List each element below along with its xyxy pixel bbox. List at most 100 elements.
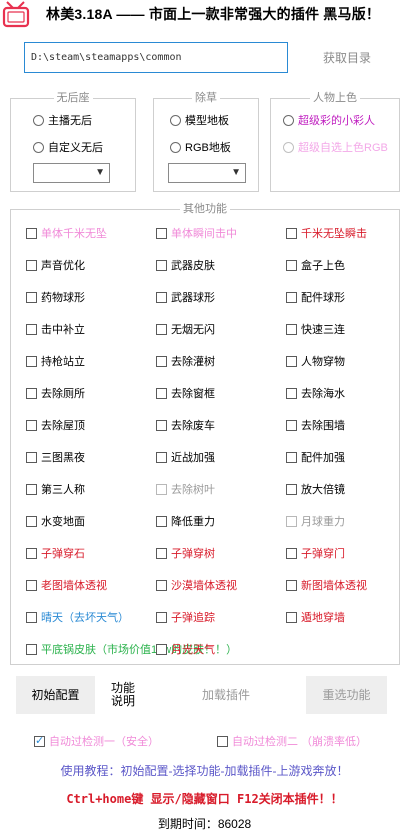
feature-checkbox[interactable]: 水变地面: [26, 513, 85, 529]
feature-checkbox[interactable]: 月光天气: [156, 641, 215, 657]
checkbox-box[interactable]: [156, 483, 167, 495]
feature-checkbox[interactable]: 去除海水: [286, 385, 345, 401]
feature-checkbox[interactable]: 配件加强: [286, 449, 345, 465]
checkbox-box[interactable]: [26, 291, 37, 303]
radio-super-color-person[interactable]: 超级彩的小彩人: [283, 112, 375, 128]
checkbox-box[interactable]: [286, 259, 297, 271]
checkbox-box[interactable]: [217, 735, 228, 747]
checkbox-box[interactable]: [286, 547, 297, 559]
checkbox-box[interactable]: [286, 579, 297, 591]
game-path-input[interactable]: [24, 42, 288, 73]
feature-checkbox[interactable]: 持枪站立: [26, 353, 85, 369]
checkbox-box[interactable]: [286, 419, 297, 431]
init-config-button[interactable]: 初始配置: [16, 676, 95, 714]
checkbox-box[interactable]: [156, 579, 167, 591]
feature-checkbox[interactable]: 沙漠墙体透视: [156, 577, 237, 593]
radio-model-floor[interactable]: 模型地板: [170, 112, 229, 128]
feature-checkbox[interactable]: 子弹穿树: [156, 545, 215, 561]
feature-checkbox[interactable]: 三图黑夜: [26, 449, 85, 465]
feature-checkbox[interactable]: 第三人称: [26, 481, 85, 497]
checkbox-box[interactable]: [286, 451, 297, 463]
feature-checkbox[interactable]: 武器球形: [156, 289, 215, 305]
feature-checkbox[interactable]: 去除围墙: [286, 417, 345, 433]
radio-rgb-floor[interactable]: RGB地板: [170, 139, 231, 155]
checkbox-box[interactable]: [156, 227, 167, 239]
checkbox-box[interactable]: [156, 355, 167, 367]
reselect-features-button[interactable]: 重选功能: [306, 676, 387, 714]
checkbox-box[interactable]: [26, 547, 37, 559]
checkbox-box[interactable]: [26, 483, 37, 495]
checkbox-box[interactable]: [286, 611, 297, 623]
feature-checkbox[interactable]: 去除树叶: [156, 481, 215, 497]
feature-checkbox[interactable]: 月球重力: [286, 513, 345, 529]
checkbox-box[interactable]: [156, 643, 167, 655]
auto-detect-one-checkbox[interactable]: 自动过检测一（安全）: [34, 733, 159, 749]
no-recoil-select[interactable]: ▼: [33, 163, 110, 183]
feature-checkbox[interactable]: 击中补立: [26, 321, 85, 337]
checkbox-box[interactable]: [156, 419, 167, 431]
checkbox-box[interactable]: [26, 355, 37, 367]
checkbox-box[interactable]: [156, 611, 167, 623]
checkbox-box[interactable]: [286, 355, 297, 367]
checkbox-box[interactable]: [34, 734, 45, 747]
feature-checkbox[interactable]: 去除屋顶: [26, 417, 85, 433]
feature-checkbox[interactable]: 单体千米无坠: [26, 225, 107, 241]
radio-circle[interactable]: [283, 114, 294, 126]
checkbox-box[interactable]: [26, 227, 37, 239]
feature-checkbox[interactable]: 老图墙体透视: [26, 577, 107, 593]
checkbox-box[interactable]: [156, 515, 167, 527]
checkbox-box[interactable]: [26, 387, 37, 399]
checkbox-box[interactable]: [156, 291, 167, 303]
checkbox-box[interactable]: [286, 291, 297, 303]
feature-checkbox[interactable]: 近战加强: [156, 449, 215, 465]
feature-checkbox[interactable]: 人物穿物: [286, 353, 345, 369]
feature-checkbox[interactable]: 配件球形: [286, 289, 345, 305]
feature-checkbox[interactable]: 去除灌树: [156, 353, 215, 369]
auto-detect-two-checkbox[interactable]: 自动过检测二 （崩溃率低）: [217, 733, 367, 749]
checkbox-box[interactable]: [26, 323, 37, 335]
feature-checkbox[interactable]: 遁地穿墙: [286, 609, 345, 625]
radio-circle[interactable]: [170, 141, 181, 153]
checkbox-box[interactable]: [286, 387, 297, 399]
radio-circle[interactable]: [33, 114, 44, 126]
checkbox-box[interactable]: [156, 547, 167, 559]
feature-checkbox[interactable]: 单体瞬间击中: [156, 225, 237, 241]
checkbox-box[interactable]: [26, 451, 37, 463]
feature-checkbox[interactable]: 武器皮肤: [156, 257, 215, 273]
checkbox-box[interactable]: [286, 515, 297, 527]
checkbox-box[interactable]: [26, 515, 37, 527]
radio-custom-no-recoil[interactable]: 自定义无后: [33, 139, 103, 155]
feature-checkbox[interactable]: 声音优化: [26, 257, 85, 273]
feature-checkbox[interactable]: 去除厕所: [26, 385, 85, 401]
checkbox-box[interactable]: [26, 419, 37, 431]
radio-streamer-no-recoil[interactable]: 主播无后: [33, 112, 92, 128]
checkbox-box[interactable]: [26, 643, 37, 655]
feature-checkbox[interactable]: 去除废车: [156, 417, 215, 433]
feature-checkbox[interactable]: 新图墙体透视: [286, 577, 367, 593]
radio-circle[interactable]: [170, 114, 181, 126]
checkbox-box[interactable]: [156, 259, 167, 271]
radio-super-custom-rgb[interactable]: 超级自选上色RGB: [283, 139, 388, 155]
feature-checkbox[interactable]: 晴天（去坏天气）: [26, 609, 129, 625]
radio-circle[interactable]: [283, 141, 294, 153]
checkbox-box[interactable]: [286, 483, 297, 495]
feature-checkbox[interactable]: 快速三连: [286, 321, 345, 337]
checkbox-box[interactable]: [286, 323, 297, 335]
feature-checkbox[interactable]: 盒子上色: [286, 257, 345, 273]
checkbox-box[interactable]: [286, 227, 297, 239]
radio-circle[interactable]: [33, 141, 44, 153]
feature-description-button[interactable]: 功能说明: [111, 682, 135, 708]
checkbox-box[interactable]: [26, 579, 37, 591]
checkbox-box[interactable]: [156, 451, 167, 463]
remove-grass-select[interactable]: ▼: [168, 163, 246, 183]
load-plugin-button[interactable]: 加载插件: [158, 676, 294, 714]
checkbox-box[interactable]: [26, 259, 37, 271]
feature-checkbox[interactable]: 子弹穿石: [26, 545, 85, 561]
feature-checkbox[interactable]: 子弹穿门: [286, 545, 345, 561]
feature-checkbox[interactable]: 千米无坠瞬击: [286, 225, 367, 241]
feature-checkbox[interactable]: 降低重力: [156, 513, 215, 529]
feature-checkbox[interactable]: 去除窗框: [156, 385, 215, 401]
checkbox-box[interactable]: [26, 611, 37, 623]
checkbox-box[interactable]: [156, 387, 167, 399]
get-directory-button[interactable]: 获取目录: [306, 44, 388, 72]
